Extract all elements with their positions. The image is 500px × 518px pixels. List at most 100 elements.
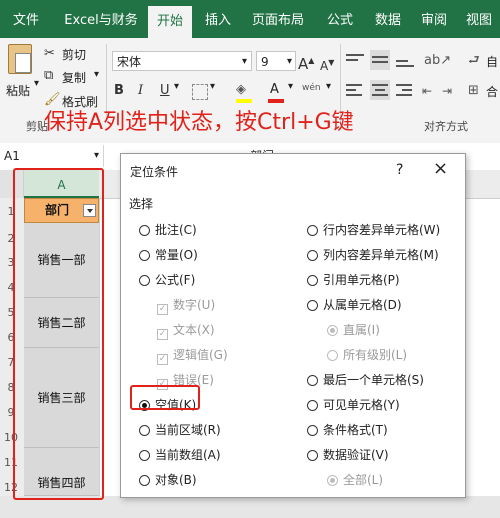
bold-button[interactable]: B <box>114 81 124 101</box>
radio-selected-icon <box>327 325 338 336</box>
name-box[interactable]: A1 ▾ <box>0 145 104 167</box>
tab-formulas[interactable]: 公式 <box>318 0 362 38</box>
tab-home[interactable]: 开始 <box>148 6 192 38</box>
copy-dropdown-icon[interactable]: ▾ <box>94 69 99 80</box>
tab-insert[interactable]: 插入 <box>196 0 240 38</box>
font-name-value: 宋体 <box>117 55 142 69</box>
merge-center-label[interactable]: 合 <box>486 83 498 100</box>
option-label: 常量(O) <box>155 248 198 262</box>
orientation-icon[interactable]: ab↗ <box>424 51 451 71</box>
option-current-array[interactable]: 当前数组(A) <box>139 446 221 463</box>
fill-color-icon[interactable]: ◈ <box>236 80 246 100</box>
tab-page-layout[interactable]: 页面布局 <box>246 0 310 38</box>
option-formulas[interactable]: 公式(F) <box>139 271 195 288</box>
font-color-swatch <box>268 99 284 103</box>
option-column-differences[interactable]: 列内容差异单元格(M) <box>307 246 439 263</box>
chevron-down-icon: ▾ <box>241 56 247 67</box>
option-last-cell[interactable]: 最后一个单元格(S) <box>307 371 424 388</box>
copy-icon[interactable]: ⧉ <box>44 66 53 86</box>
borders-icon[interactable] <box>192 84 208 100</box>
align-left-icon[interactable] <box>346 82 364 98</box>
ribbon-tab-bar: 文件 Excel与财务 开始 插入 页面布局 公式 数据 审阅 视图 <box>0 0 500 38</box>
paste-dropdown-icon[interactable]: ▾ <box>34 78 39 89</box>
option-precedents[interactable]: 引用单元格(P) <box>307 271 400 288</box>
tab-review[interactable]: 审阅 <box>414 0 454 38</box>
name-box-value: A1 <box>4 149 20 163</box>
cut-icon[interactable]: ✂ <box>44 44 55 64</box>
option-label: 文本(X) <box>173 323 215 337</box>
merge-center-icon[interactable]: ⊞ <box>468 81 479 101</box>
option-row-differences[interactable]: 行内容差异单元格(W) <box>307 221 440 238</box>
radio-selected-icon <box>327 475 338 486</box>
option-label: 从属单元格(D) <box>323 298 402 312</box>
radio-icon <box>307 425 318 436</box>
font-size-select[interactable]: 9 ▾ <box>256 51 296 71</box>
option-comments[interactable]: 批注(C) <box>139 221 197 238</box>
font-color-icon[interactable]: A <box>270 80 279 100</box>
close-button[interactable]: × <box>433 158 448 179</box>
option-objects[interactable]: 对象(B) <box>139 471 197 488</box>
underline-button[interactable]: U <box>160 81 170 101</box>
radio-icon <box>307 225 318 236</box>
decrease-font-icon[interactable]: A▼ <box>320 53 334 76</box>
option-all-levels[interactable]: 所有级别(L) <box>327 346 407 363</box>
font-size-value: 9 <box>261 55 269 69</box>
radio-icon <box>307 250 318 261</box>
align-top-icon[interactable] <box>346 52 364 68</box>
radio-icon <box>139 225 150 236</box>
increase-font-icon[interactable]: A▲ <box>298 51 314 74</box>
option-label: 当前数组(A) <box>155 448 221 462</box>
align-middle-icon[interactable] <box>370 50 390 70</box>
align-center-icon[interactable] <box>370 80 390 100</box>
option-label: 对象(B) <box>155 473 197 487</box>
dialog-title: 定位条件 <box>130 165 179 179</box>
tab-view[interactable]: 视图 <box>458 0 500 38</box>
align-bottom-icon[interactable] <box>396 52 414 68</box>
help-button[interactable]: ? <box>396 162 403 178</box>
option-current-region[interactable]: 当前区域(R) <box>139 421 221 438</box>
option-label: 行内容差异单元格(W) <box>323 223 441 237</box>
option-validation-all[interactable]: 全部(L) <box>327 471 383 488</box>
decrease-indent-icon[interactable]: ⇤ <box>422 81 432 101</box>
blanks-option-highlight <box>130 385 200 410</box>
radio-icon <box>139 275 150 286</box>
tab-excel-finance[interactable]: Excel与财务 <box>56 0 146 38</box>
borders-dropdown-icon[interactable]: ▾ <box>210 81 215 92</box>
check-numbers[interactable]: ✓ 数字(U) <box>157 296 215 315</box>
option-data-validation[interactable]: 数据验证(V) <box>307 446 389 463</box>
option-dependents[interactable]: 从属单元格(D) <box>307 296 402 313</box>
underline-dropdown-icon[interactable]: ▾ <box>174 81 179 92</box>
wrap-text-label[interactable]: 自 <box>486 53 498 70</box>
wrap-text-icon[interactable]: ⮐ <box>468 51 480 71</box>
phonetic-icon[interactable]: wén <box>302 78 321 98</box>
option-label: 公式(F) <box>155 273 196 287</box>
font-name-select[interactable]: 宋体 ▾ <box>112 51 252 71</box>
checkbox-checked-icon: ✓ <box>157 329 168 340</box>
font-color-dropdown-icon[interactable]: ▾ <box>288 81 293 92</box>
option-label: 当前区域(R) <box>155 423 221 437</box>
italic-button[interactable]: I <box>138 81 143 101</box>
tab-data[interactable]: 数据 <box>366 0 410 38</box>
option-label: 条件格式(T) <box>323 423 388 437</box>
increase-indent-icon[interactable]: ⇥ <box>442 81 452 101</box>
option-constants[interactable]: 常量(O) <box>139 246 198 263</box>
tab-file[interactable]: 文件 <box>0 0 52 38</box>
check-logicals[interactable]: ✓ 逻辑值(G) <box>157 346 228 365</box>
column-a-highlight <box>13 168 104 500</box>
check-text[interactable]: ✓ 文本(X) <box>157 321 215 340</box>
copy-button[interactable]: 复制 <box>62 69 86 86</box>
checkbox-checked-icon: ✓ <box>157 304 168 315</box>
radio-icon <box>139 475 150 486</box>
radio-icon <box>327 350 338 361</box>
option-visible-cells[interactable]: 可见单元格(Y) <box>307 396 400 413</box>
option-direct-only[interactable]: 直属(I) <box>327 321 380 338</box>
paste-button[interactable]: 粘贴 <box>6 82 30 99</box>
option-conditional-formats[interactable]: 条件格式(T) <box>307 421 388 438</box>
paste-icon[interactable] <box>8 44 32 74</box>
align-right-icon[interactable] <box>396 82 414 98</box>
cut-button[interactable]: 剪切 <box>62 46 86 63</box>
phonetic-dropdown-icon[interactable]: ▾ <box>326 81 331 92</box>
radio-icon <box>307 275 318 286</box>
radio-icon <box>307 375 318 386</box>
option-label: 逻辑值(G) <box>173 348 228 362</box>
